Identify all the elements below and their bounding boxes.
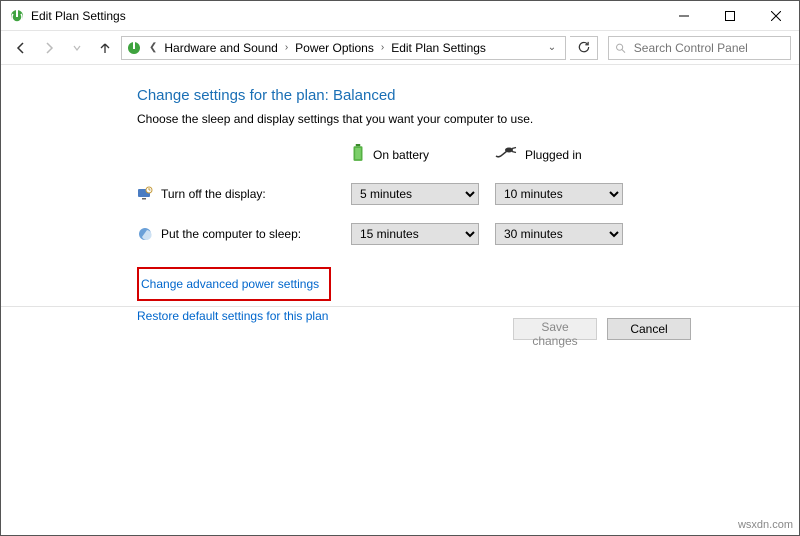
- window-title: Edit Plan Settings: [31, 9, 126, 23]
- search-input[interactable]: [632, 40, 784, 56]
- refresh-button[interactable]: [570, 36, 598, 60]
- minimize-button[interactable]: [661, 1, 707, 31]
- row-sleep: Put the computer to sleep:: [137, 226, 337, 242]
- column-header-battery-label: On battery: [373, 148, 429, 162]
- column-header-battery: On battery: [351, 144, 481, 165]
- display-icon: [137, 186, 153, 202]
- column-header-plugged-label: Plugged in: [525, 148, 582, 162]
- chevron-right-icon[interactable]: ›: [378, 42, 387, 53]
- chevron-right-icon[interactable]: ❮: [146, 42, 160, 53]
- chevron-right-icon[interactable]: ›: [282, 42, 291, 53]
- row-turn-off-display: Turn off the display:: [137, 186, 337, 202]
- recent-locations-dropdown[interactable]: [65, 36, 89, 60]
- back-button[interactable]: [9, 36, 33, 60]
- watermark: wsxdn.com: [738, 519, 793, 531]
- battery-icon: [351, 144, 365, 165]
- search-box[interactable]: [608, 36, 791, 60]
- content-pane: Change settings for the plan: Balanced C…: [1, 65, 799, 535]
- save-button[interactable]: Save changes: [513, 318, 597, 340]
- maximize-button[interactable]: [707, 1, 753, 31]
- sleep-plugged-select[interactable]: 30 minutes: [495, 223, 623, 245]
- power-options-icon: [126, 40, 142, 56]
- plug-icon: [495, 146, 517, 163]
- footer-bar: Save changes Cancel: [1, 306, 799, 350]
- sleep-battery-select[interactable]: 15 minutes: [351, 223, 479, 245]
- sleep-icon: [137, 226, 153, 242]
- breadcrumb-hardware-sound[interactable]: Hardware and Sound: [162, 39, 279, 57]
- address-dropdown[interactable]: ⌄: [543, 42, 561, 53]
- settings-grid: On battery Plugged in Turn off the displ…: [157, 144, 799, 245]
- breadcrumb-edit-plan[interactable]: Edit Plan Settings: [389, 39, 488, 57]
- row-display-label: Turn off the display:: [161, 187, 266, 201]
- page-subtext: Choose the sleep and display settings th…: [137, 112, 799, 126]
- change-advanced-link[interactable]: Change advanced power settings: [141, 275, 319, 293]
- titlebar: Edit Plan Settings: [1, 1, 799, 31]
- up-button[interactable]: [93, 36, 117, 60]
- cancel-button[interactable]: Cancel: [607, 318, 691, 340]
- row-sleep-label: Put the computer to sleep:: [161, 227, 301, 241]
- close-button[interactable]: [753, 1, 799, 31]
- breadcrumb-power-options[interactable]: Power Options: [293, 39, 376, 57]
- address-bar[interactable]: ❮ Hardware and Sound › Power Options › E…: [121, 36, 566, 60]
- display-plugged-select[interactable]: 10 minutes: [495, 183, 623, 205]
- column-header-plugged: Plugged in: [495, 146, 625, 163]
- page-heading: Change settings for the plan: Balanced: [137, 87, 799, 104]
- nav-bar: ❮ Hardware and Sound › Power Options › E…: [1, 31, 799, 65]
- highlight-box: Change advanced power settings: [137, 267, 331, 301]
- power-options-icon: [9, 8, 25, 24]
- forward-button[interactable]: [37, 36, 61, 60]
- search-icon: [615, 42, 626, 54]
- display-battery-select[interactable]: 5 minutes: [351, 183, 479, 205]
